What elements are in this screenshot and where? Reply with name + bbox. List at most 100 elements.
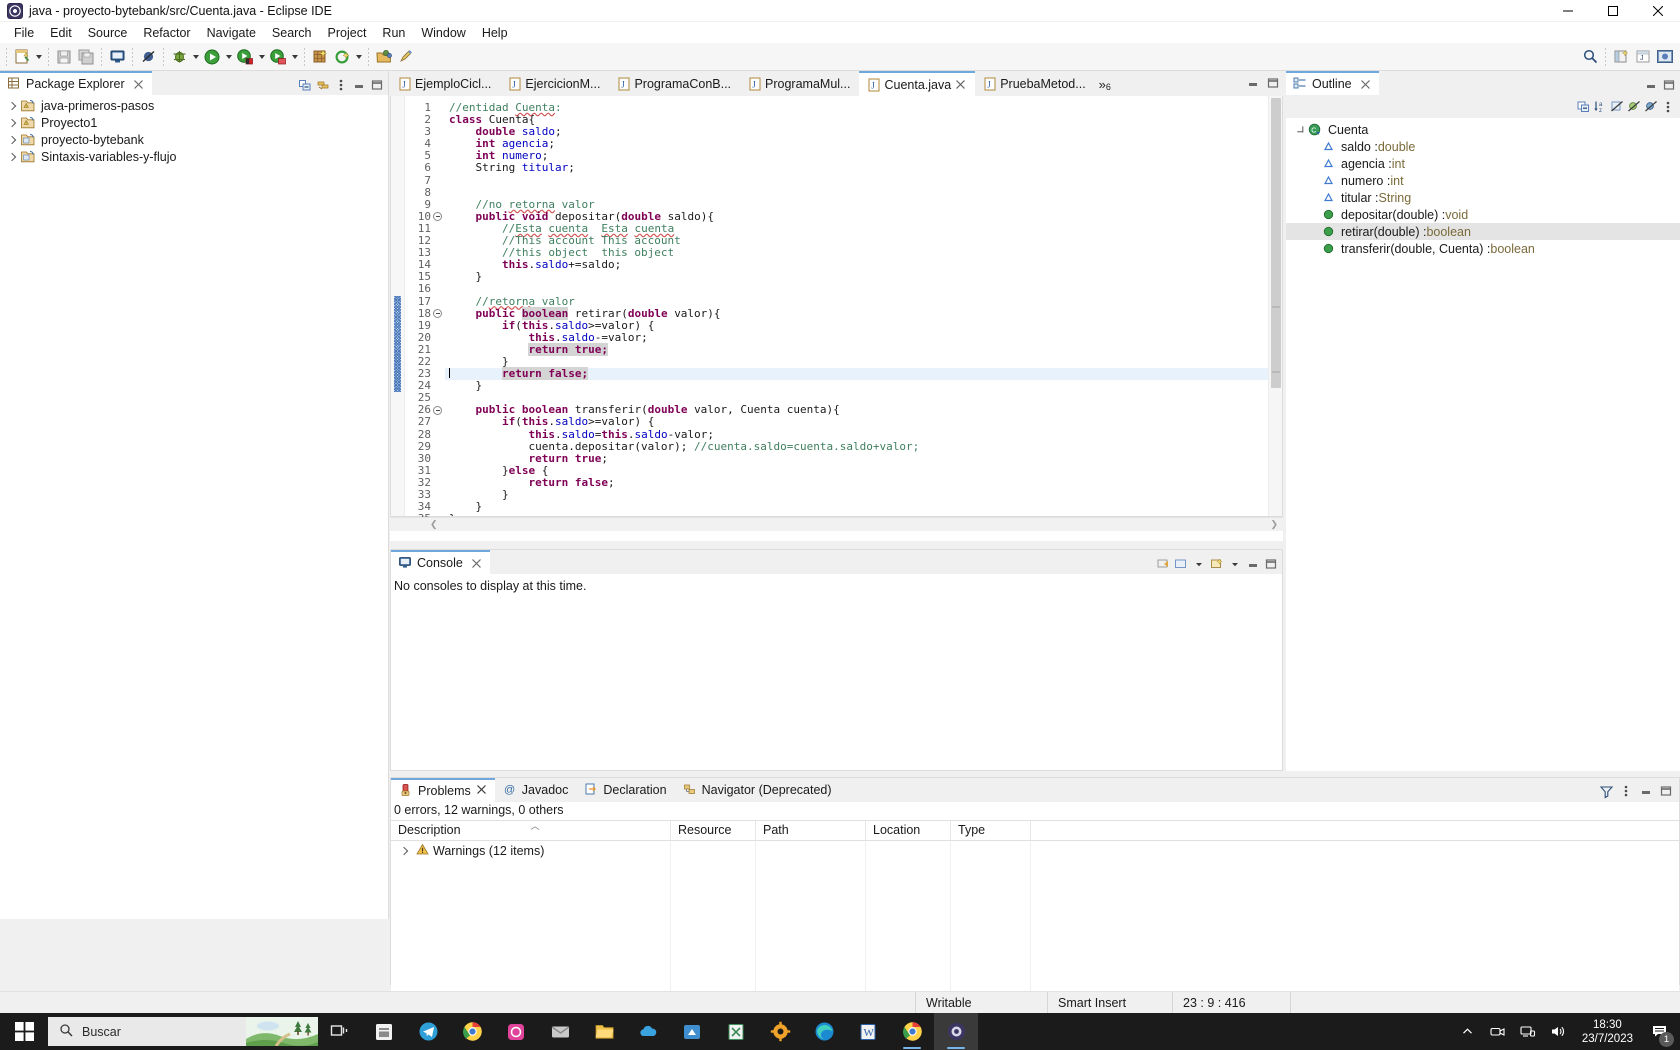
link-with-editor-icon[interactable] — [315, 77, 331, 93]
column-header-type[interactable]: Type — [951, 821, 1031, 840]
code-line[interactable]: return true; — [445, 342, 1268, 356]
close-icon[interactable] — [1360, 79, 1371, 90]
outline-member-2[interactable]: numero : int — [1286, 172, 1680, 189]
microsoft-store-icon[interactable] — [362, 1013, 406, 1050]
taskbar-search-input[interactable]: Buscar — [48, 1017, 318, 1046]
minimize-icon[interactable] — [351, 77, 367, 93]
code-line[interactable]: } — [445, 500, 1268, 513]
new-console-icon[interactable] — [1209, 556, 1225, 572]
menu-search[interactable]: Search — [264, 24, 320, 42]
maximize-icon[interactable] — [1263, 556, 1279, 572]
fold-collapse-icon[interactable] — [433, 308, 442, 318]
menu-help[interactable]: Help — [474, 24, 516, 42]
view-menu-icon[interactable] — [1660, 99, 1676, 115]
column-header-location[interactable]: Location — [866, 821, 951, 840]
code-line[interactable]: //retorna valor — [445, 295, 1268, 308]
tab-declaration[interactable]: Declaration — [576, 778, 674, 802]
hide-static-icon[interactable] — [1626, 99, 1642, 115]
minimize-icon[interactable] — [1643, 77, 1659, 93]
close-icon[interactable] — [476, 784, 487, 798]
scroll-right-arrow-icon[interactable]: ❯ — [1270, 520, 1278, 529]
folding-ruler[interactable] — [431, 96, 445, 516]
editor-tab-3[interactable]: J ProgramaMul... — [740, 71, 859, 96]
display-console-icon[interactable] — [1173, 556, 1189, 572]
fold-collapse-icon[interactable] — [433, 211, 442, 221]
scroll-left-arrow-icon[interactable]: ❮ — [430, 520, 438, 529]
expand-arrow-icon[interactable] — [398, 844, 412, 858]
menu-project[interactable]: Project — [320, 24, 375, 42]
package-explorer-tree[interactable]: ! java-primeros-pasos ! Proyecto1 proyec… — [0, 95, 388, 919]
tab-navigator[interactable]: Navigator (Deprecated) — [675, 778, 840, 802]
menu-edit[interactable]: Edit — [42, 24, 80, 42]
new-file-icon[interactable] — [11, 46, 33, 68]
coverage-icon[interactable] — [267, 46, 289, 68]
telegram-icon[interactable] — [406, 1013, 450, 1050]
code-line[interactable]: } — [445, 380, 1268, 392]
tab-outline[interactable]: Outline — [1286, 71, 1379, 95]
console-icon[interactable] — [106, 46, 128, 68]
code-line[interactable] — [445, 175, 1268, 187]
editor-vertical-scrollbar[interactable] — [1268, 96, 1282, 516]
chrome-running-icon[interactable] — [890, 1013, 934, 1050]
code-line[interactable]: return false; — [445, 367, 1268, 381]
chrome-icon[interactable] — [450, 1013, 494, 1050]
coverage-dropdown-icon[interactable] — [289, 46, 300, 68]
tree-item-proyecto1[interactable]: ! Proyecto1 — [0, 114, 388, 131]
menu-window[interactable]: Window — [413, 24, 473, 42]
run-dropdown-icon[interactable] — [223, 46, 234, 68]
windows-start-icon[interactable] — [0, 1013, 48, 1050]
hide-nonpublic-icon[interactable] — [1643, 99, 1659, 115]
maximize-icon[interactable] — [1658, 783, 1674, 799]
onedrive-icon[interactable] — [626, 1013, 670, 1050]
expand-arrow-icon[interactable] — [6, 133, 20, 147]
code-line[interactable]: } — [445, 488, 1268, 501]
code-line[interactable]: class Cuenta{ — [445, 113, 1268, 126]
expand-arrow-icon[interactable] — [6, 99, 20, 113]
tab-problems[interactable]: Problems — [391, 778, 495, 802]
camera-icon[interactable] — [1483, 1013, 1513, 1050]
outline-member-5[interactable]: retirar(double) : boolean — [1286, 223, 1680, 240]
menu-source[interactable]: Source — [80, 24, 136, 42]
collapse-all-icon[interactable] — [297, 77, 313, 93]
maximize-icon[interactable] — [1265, 75, 1281, 91]
file-explorer-icon[interactable] — [582, 1013, 626, 1050]
new-java-project-icon[interactable] — [309, 46, 331, 68]
menu-file[interactable]: File — [6, 24, 42, 42]
close-icon[interactable] — [471, 558, 482, 569]
outline-member-4[interactable]: depositar(double) : void — [1286, 206, 1680, 223]
code-line[interactable]: } — [445, 513, 1268, 516]
minimize-icon[interactable] — [1245, 75, 1261, 91]
excel-icon[interactable] — [714, 1013, 758, 1050]
outline-tree[interactable]: C Cuenta saldo : double agencia : int nume… — [1286, 118, 1680, 771]
search-icon[interactable] — [1579, 46, 1601, 68]
run-as-icon[interactable] — [234, 46, 256, 68]
tab-console[interactable]: Console — [391, 550, 490, 574]
minimize-icon[interactable] — [1245, 556, 1261, 572]
mail-icon[interactable] — [538, 1013, 582, 1050]
tree-item-java-primeros-pasos[interactable]: ! java-primeros-pasos — [0, 97, 388, 114]
editor-tab-4[interactable]: J Cuenta.java — [859, 71, 976, 96]
open-console-icon[interactable] — [1155, 556, 1171, 572]
show-hidden-icons[interactable] — [1453, 1013, 1483, 1050]
open-perspective-icon[interactable] — [1610, 46, 1632, 68]
expand-arrow-icon[interactable] — [6, 116, 20, 130]
new-annotation-icon[interactable] — [331, 46, 353, 68]
java-ee-perspective-icon[interactable] — [1654, 46, 1676, 68]
debug-icon[interactable] — [168, 46, 190, 68]
tab-javadoc[interactable]: @ Javadoc — [495, 778, 577, 802]
outline-member-0[interactable]: saldo : double — [1286, 138, 1680, 155]
blue-app-icon[interactable] — [670, 1013, 714, 1050]
outline-member-6[interactable]: transferir(double, Cuenta) : boolean — [1286, 240, 1680, 257]
column-header-path[interactable]: Path — [756, 821, 866, 840]
close-button[interactable] — [1635, 0, 1680, 22]
maximize-button[interactable] — [1590, 0, 1635, 22]
minimize-button[interactable] — [1545, 0, 1590, 22]
edge-icon[interactable] — [802, 1013, 846, 1050]
code-line[interactable]: //entidad Cuenta: — [445, 101, 1268, 114]
editor-tab-0[interactable]: J EjemploCicl... — [390, 71, 500, 96]
close-icon[interactable] — [133, 79, 144, 90]
editor-tab-1[interactable]: J EjercicionM... — [500, 71, 609, 96]
scroll-thumb[interactable] — [1271, 98, 1281, 388]
network-icon[interactable] — [1513, 1013, 1543, 1050]
new-file-dropdown-icon[interactable] — [33, 46, 44, 68]
